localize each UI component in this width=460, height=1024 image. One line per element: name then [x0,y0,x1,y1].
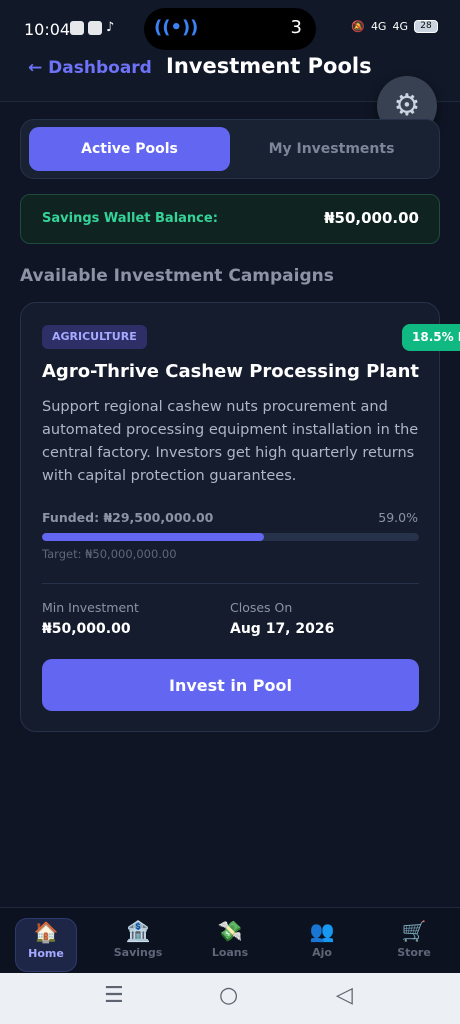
recent-apps-icon[interactable]: ☰ [104,983,124,1008]
back-to-dashboard-link[interactable]: ← Dashboard [28,58,152,78]
group-icon: 👥 [309,919,335,943]
wallet-value: ₦50,000.00 [324,209,419,227]
broadcast-icon: ((•)) [154,17,199,38]
mute-icon: 🔕 [351,20,365,33]
target-amount: Target: ₦50,000,000.00 [42,547,177,561]
nav-savings[interactable]: 🏦 Savings [107,918,169,972]
battery-icon: 28 [414,20,438,33]
nav-store[interactable]: 🛒 Store [383,918,445,972]
funded-amount: Funded: ₦29,500,000.00 [42,510,214,525]
tab-active-pools[interactable]: Active Pools [29,127,230,171]
gear-icon: ⚙ [393,88,421,123]
back-triangle-icon[interactable]: ◁ [336,983,353,1008]
wallet-label: Savings Wallet Balance: [42,211,218,226]
divider [42,583,419,584]
return-rate-badge: 18.5% R [402,324,460,351]
closes-on-value: Aug 17, 2026 [230,621,335,637]
message-icon [70,21,84,35]
cart-icon: 🛒 [401,919,427,943]
min-investment-label: Min Investment [42,600,139,615]
closes-on-label: Closes On [230,600,293,615]
home-circle-icon[interactable]: ○ [219,983,238,1008]
nav-label: Store [397,946,431,959]
category-badge: AGRICULTURE [42,325,147,349]
page-title: Investment Pools [166,54,372,78]
campaign-card: AGRICULTURE Agro-Thrive Cashew Processin… [20,302,440,732]
pool-tabs: Active Pools My Investments [20,119,440,179]
nav-label: Home [28,947,64,960]
status-time: 10:04 [24,20,71,39]
nav-label: Ajo [312,946,332,959]
invest-in-pool-button[interactable]: Invest in Pool [42,659,419,711]
status-bar: 10:04 ♪ ((•)) 3 🔕 4G 4G 28 [0,0,460,58]
tab-my-investments[interactable]: My Investments [231,127,432,171]
android-nav-bar: ☰ ○ ◁ [0,973,460,1024]
campaign-description: Support regional cashew nuts procurement… [42,399,419,484]
nav-label: Savings [113,946,163,959]
status-notification-icons: ♪ [70,21,114,35]
home-icon: 🏠 [33,920,59,944]
network-4g-2: 4G [392,20,408,33]
island-count: 3 [290,17,302,38]
campaign-title: Agro-Thrive Cashew Processing Plant [42,361,420,382]
app-icon [88,21,102,35]
dynamic-island[interactable]: ((•)) 3 [144,8,316,50]
section-title: Available Investment Campaigns [20,266,334,286]
funding-progress-bar [42,533,419,541]
min-investment-value: ₦50,000.00 [42,621,131,637]
nav-label: Loans [211,946,249,959]
nav-home[interactable]: 🏠 Home [15,918,77,972]
tiktok-icon: ♪ [106,20,115,35]
status-right-icons: 🔕 4G 4G 28 [351,20,438,33]
nav-ajo[interactable]: 👥 Ajo [291,918,353,972]
nav-loans[interactable]: 💸 Loans [199,918,261,972]
bank-icon: 🏦 [125,919,151,943]
money-icon: 💸 [217,919,243,943]
bottom-nav: 🏠 Home 🏦 Savings 💸 Loans 👥 Ajo 🛒 Store [0,907,460,973]
funded-percent: 59.0% [378,510,418,525]
network-4g-1: 4G [370,20,387,33]
funding-progress-fill [42,533,265,541]
savings-wallet-balance: Savings Wallet Balance: ₦50,000.00 [20,194,440,244]
